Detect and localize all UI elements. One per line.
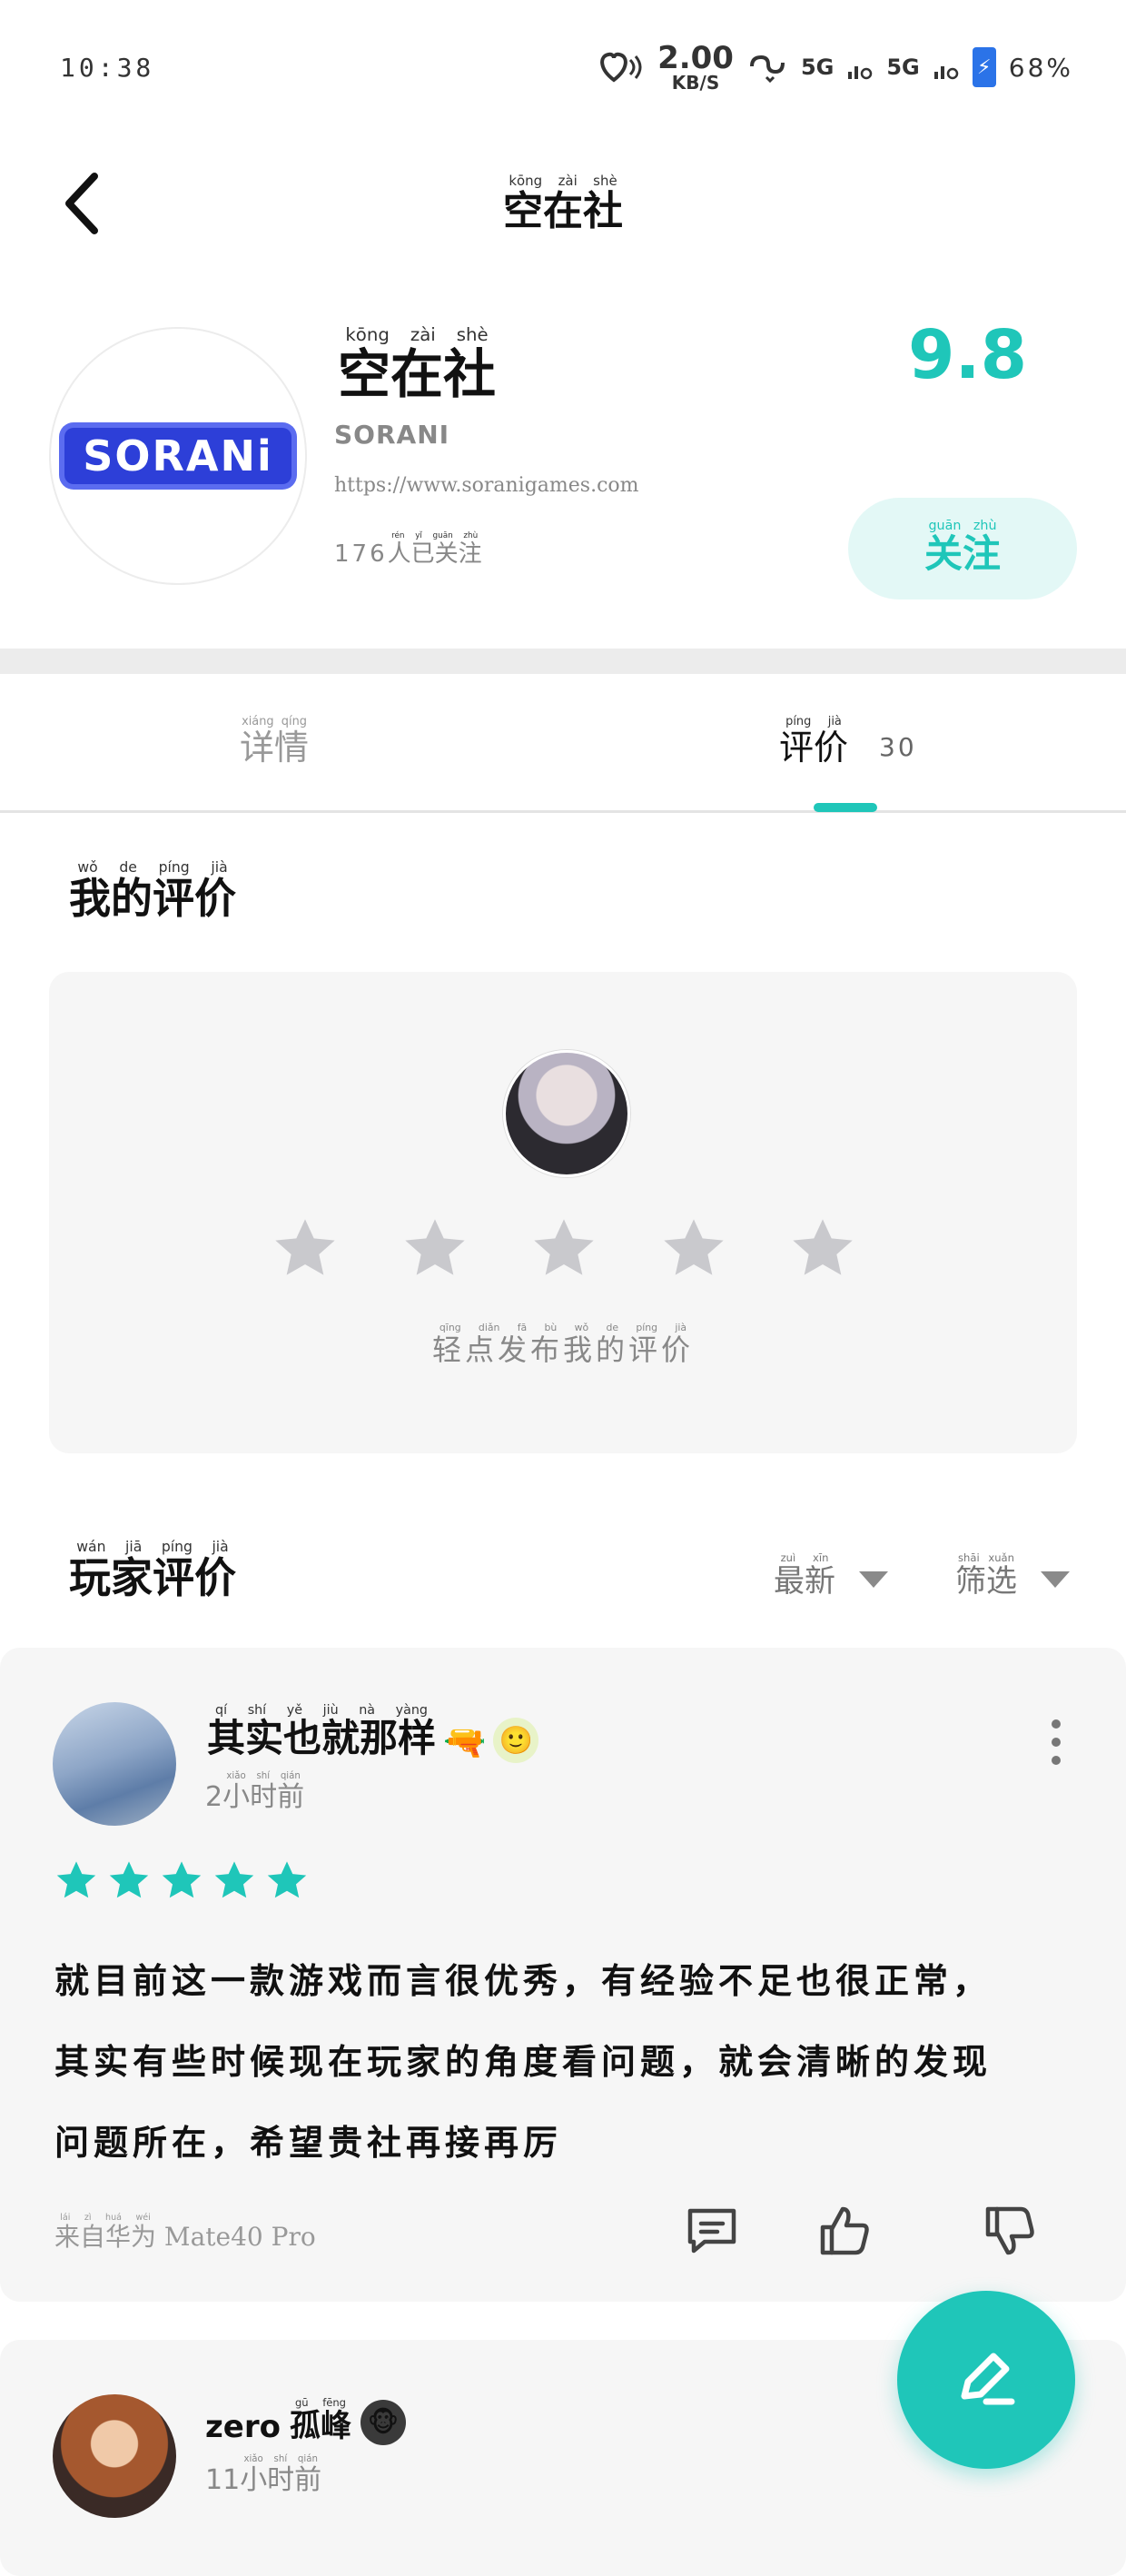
- review-device: 来自华为lái zì huá wéi Mate40 Pro: [54, 2213, 316, 2252]
- character-badge-icon: 🙂: [493, 1718, 539, 1763]
- heart-signal-icon: [600, 52, 642, 83]
- comment-icon: [687, 2208, 736, 2254]
- tab-reviews-count: 30: [879, 732, 917, 762]
- review-time: 11小时前xiǎo shí qián: [205, 2454, 322, 2496]
- filter-dropdown[interactable]: 筛选shāi xuǎn: [955, 1551, 1070, 1600]
- star-icon[interactable]: [786, 1212, 859, 1284]
- dislike-button[interactable]: [981, 2202, 1039, 2264]
- battery-charging-icon: ⚡: [972, 47, 996, 87]
- my-avatar: [503, 1050, 630, 1177]
- star-icon[interactable]: [528, 1212, 600, 1284]
- network-speed: 2.00 KB/S: [657, 40, 734, 94]
- review-time: 2小时前xiǎo shí qián: [205, 1771, 305, 1813]
- star-icon: [56, 1861, 96, 1898]
- chevron-down-icon: [859, 1571, 888, 1588]
- publisher-logo: SORANi: [49, 327, 307, 585]
- status-bar: 10:38 2.00 KB/S 5G 5G ⚡ 68%: [0, 0, 1126, 136]
- comment-button[interactable]: [683, 2202, 741, 2264]
- my-review-heading: 我的评价wǒ de píng jià: [69, 858, 236, 923]
- publisher-url[interactable]: https://www.soranigames.com: [334, 474, 639, 497]
- star-icon: [267, 1861, 307, 1898]
- review-text-line: 其实有些时候现在玩家的角度看问题，就会清晰的发现: [54, 2041, 993, 2082]
- tab-active-indicator: [814, 803, 877, 812]
- chevron-down-icon: [1041, 1571, 1070, 1588]
- tab-divider: [0, 810, 1126, 813]
- publisher-name: 空在社kōng zài shè: [338, 324, 497, 405]
- sort-dropdown[interactable]: 最新zuì xīn: [774, 1551, 888, 1600]
- publisher-latin-name: SORANI: [334, 420, 450, 450]
- reviewer-name[interactable]: zero 孤峰gū fēng 🐵: [205, 2396, 406, 2445]
- signal-bars-icon: [848, 66, 873, 80]
- more-vertical-icon[interactable]: [1044, 1717, 1068, 1768]
- star-icon[interactable]: [269, 1212, 341, 1284]
- my-review-hint[interactable]: 轻点发布我的评价qīng diǎn fā bù wǒ de píng jià: [0, 1322, 1126, 1369]
- reviewer-name[interactable]: 其实也就那样qí shí yě jiù nà yàng 🔫 🙂: [207, 1703, 539, 1763]
- tab-reviews[interactable]: 评价píng jià: [779, 715, 848, 769]
- thumbs-down-icon: [985, 2206, 1034, 2255]
- like-button[interactable]: [815, 2202, 874, 2264]
- water-gun-emoji: 🔫: [443, 1722, 487, 1762]
- follow-button[interactable]: 关注guān zhù: [848, 498, 1077, 599]
- status-icons: 2.00 KB/S 5G 5G ⚡ 68%: [596, 40, 1073, 94]
- sorani-logo: SORANi: [64, 428, 291, 484]
- battery-percent: 68%: [1008, 52, 1073, 83]
- star-icon[interactable]: [657, 1212, 730, 1284]
- signal-5g-2: 5G: [886, 54, 920, 80]
- review-rating-stars: [53, 1857, 311, 1904]
- review-text: 就目前这一款游戏而言很优秀，有经验不足也很正常， 其实有些时候现在玩家的角度看问…: [54, 1940, 1081, 2183]
- link-icon: [749, 54, 785, 83]
- pen-icon: [961, 2353, 1015, 2405]
- star-icon: [214, 1861, 254, 1898]
- page-title: 空在社kōng zài shè: [503, 173, 623, 234]
- section-divider: [0, 649, 1126, 674]
- review-text-line: 问题所在，希望贵社再接再厉: [54, 2122, 563, 2163]
- review-text-line: 就目前这一款游戏而言很优秀，有经验不足也很正常，: [54, 1960, 993, 2001]
- character-badge-icon: 🐵: [360, 2400, 406, 2445]
- reviewer-avatar[interactable]: [53, 2394, 176, 2518]
- thumbs-up-icon: [820, 2206, 869, 2255]
- my-rating-stars[interactable]: [269, 1212, 859, 1284]
- star-icon[interactable]: [399, 1212, 471, 1284]
- write-review-button[interactable]: [897, 2291, 1075, 2469]
- signal-5g-1: 5G: [800, 54, 835, 80]
- signal-bars-icon: [933, 66, 959, 80]
- star-icon: [109, 1861, 149, 1898]
- reviewer-avatar[interactable]: [53, 1702, 176, 1826]
- star-icon: [162, 1861, 202, 1898]
- follower-count: 176人已关注rén yǐ guān zhù: [334, 531, 482, 568]
- rating-score: 9.8: [908, 316, 1028, 394]
- tab-details[interactable]: 详情xiáng qíng: [240, 715, 309, 769]
- player-reviews-heading: 玩家评价wán jiā píng jià: [69, 1538, 236, 1602]
- status-time: 10:38: [60, 53, 155, 83]
